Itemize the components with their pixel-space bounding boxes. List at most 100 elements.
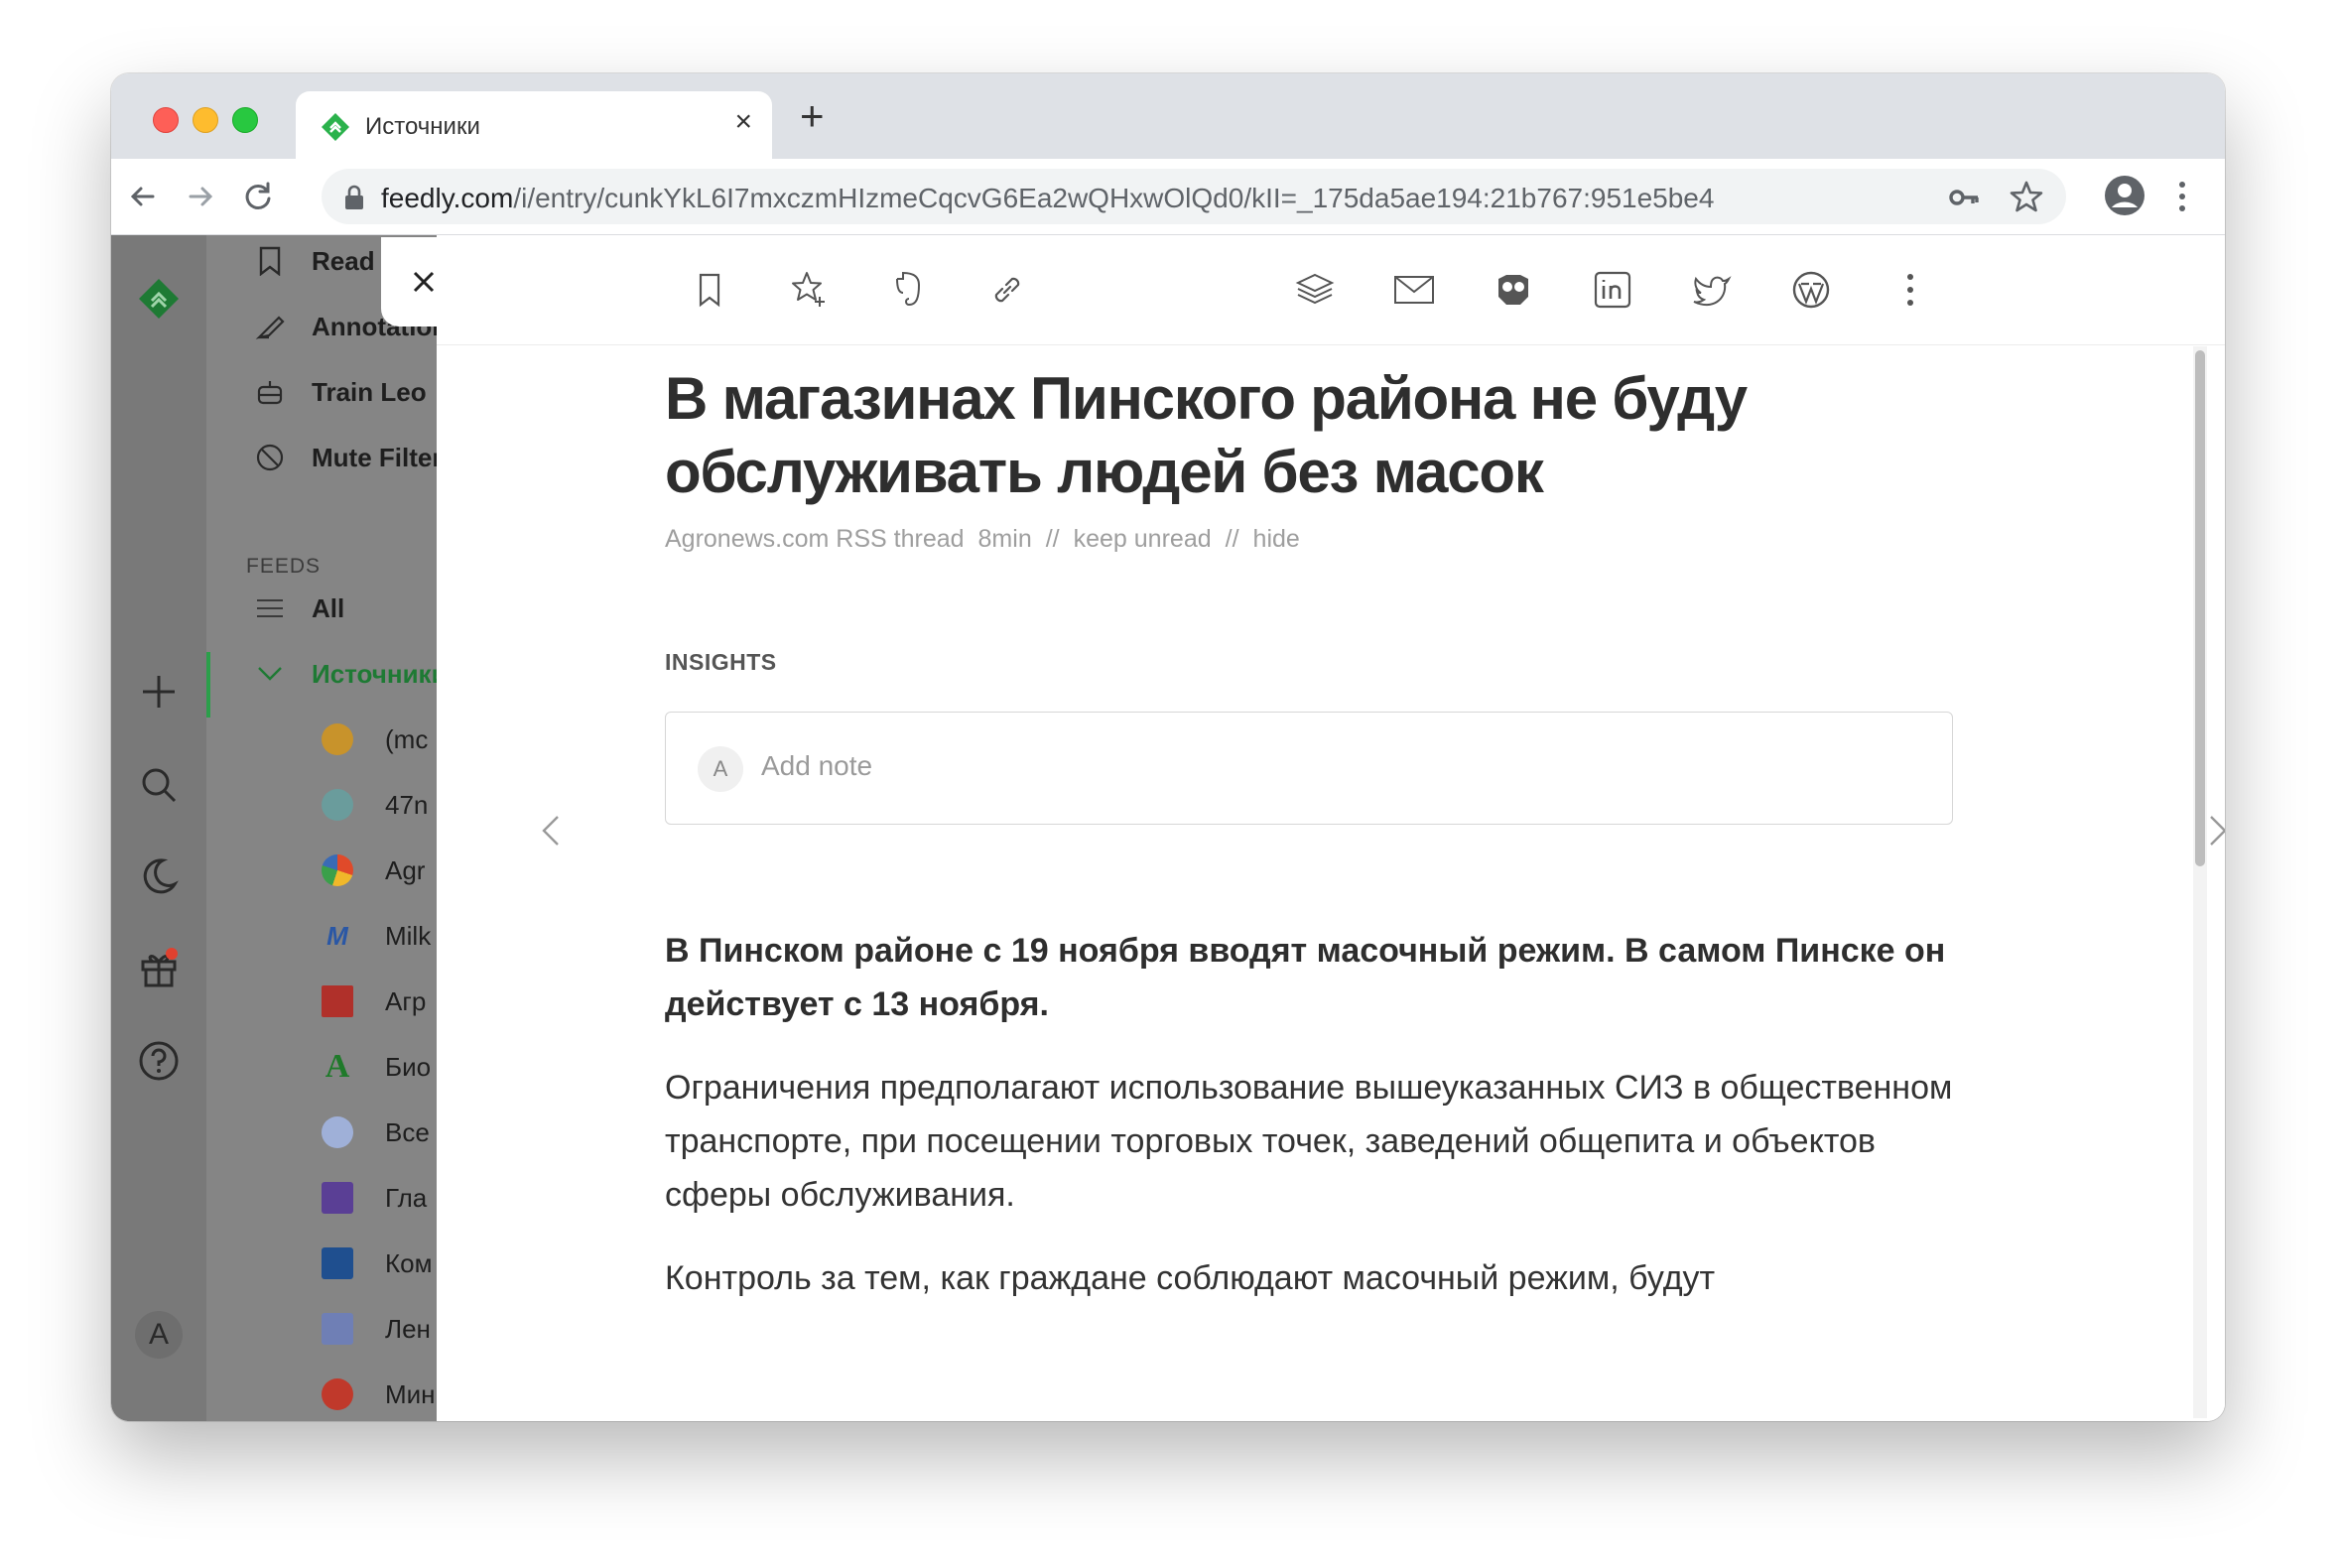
lock-icon[interactable] (343, 185, 365, 210)
browser-window: Источники × + feedly.com/i/entry/cunkYkL… (111, 73, 2225, 1421)
feed-label: Agr (385, 854, 426, 885)
url-text: feedly.com/i/entry/cunkYkL6I7mxczmHIzmeC… (381, 183, 1714, 214)
tab-strip: Источники × + (111, 73, 2225, 159)
article-panel: В магазинах Пинского района не буду обсл… (381, 235, 2225, 1421)
article-action-bar (437, 235, 2225, 345)
feedly-favicon-icon (322, 113, 349, 141)
evernote-icon[interactable] (885, 267, 931, 313)
feed-favicon-icon (322, 985, 353, 1017)
gift-icon[interactable] (137, 946, 181, 989)
key-icon[interactable] (1947, 181, 1981, 214)
feed-label: Агр (385, 985, 427, 1016)
meta-separator: // (1045, 525, 1060, 553)
feedly-logo-icon[interactable] (137, 277, 181, 321)
feed-label: (mc (385, 723, 429, 754)
add-note-placeholder: Add note (761, 750, 873, 781)
article-meta: Agronews.com RSS thread 8min // keep unread… (665, 525, 1955, 554)
sidebar-item-mute-filters[interactable]: Mute Filters (254, 438, 437, 477)
bookmark-icon (254, 245, 286, 277)
scrollbar-thumb[interactable] (2195, 350, 2205, 866)
browser-tab[interactable]: Источники × (296, 91, 772, 159)
bookmark-star-icon[interactable] (2009, 179, 2044, 214)
sidebar-feed-item[interactable]: Лен (322, 1309, 431, 1349)
feed-label: Мин (385, 1378, 436, 1409)
feed-label: Milk (385, 920, 432, 951)
sidebar-feed-item[interactable]: Агр (322, 981, 426, 1021)
highlighter-icon (254, 311, 286, 342)
source-link[interactable]: Agronews.com RSS thread (665, 525, 965, 553)
profile-avatar-icon[interactable] (2104, 175, 2145, 216)
chevron-down-icon[interactable] (254, 658, 286, 690)
feed-favicon-icon (322, 1116, 353, 1148)
more-actions-icon[interactable] (1887, 267, 1933, 313)
sidebar-item-all[interactable]: All (254, 588, 344, 628)
robot-icon (254, 376, 286, 408)
sidebar-feed-item[interactable]: M Milk (322, 916, 431, 956)
back-icon[interactable] (125, 179, 161, 214)
help-icon[interactable] (137, 1039, 181, 1083)
previous-article-icon[interactable] (536, 811, 566, 850)
note-avatar: A (698, 746, 743, 792)
search-icon[interactable] (137, 763, 181, 807)
next-article-icon[interactable] (2203, 811, 2225, 850)
close-window-button[interactable] (153, 107, 179, 133)
sidebar-feed-item[interactable]: 47n (322, 785, 428, 825)
sidebar-feed-item[interactable]: Agr (322, 850, 425, 890)
feed-label: Ком (385, 1247, 433, 1278)
copy-link-icon[interactable] (984, 267, 1030, 313)
sidebar-feed-item[interactable]: Гла (322, 1178, 427, 1218)
insights-heading: INSIGHTS (665, 649, 777, 675)
feed-label: Био (385, 1051, 432, 1082)
linkedin-icon[interactable] (1590, 267, 1635, 313)
article-body: В магазинах Пинского района не буду обсл… (665, 362, 1955, 1305)
browser-menu-icon[interactable] (2175, 179, 2189, 214)
sidebar-feed-item[interactable]: Ком (322, 1243, 432, 1283)
hide-link[interactable]: hide (1253, 525, 1300, 553)
feed-favicon-icon: M (326, 920, 348, 951)
maximize-window-button[interactable] (232, 107, 258, 133)
mute-icon (254, 442, 286, 473)
article-lead: В Пинском районе с 19 ноября вводят масо… (665, 932, 1946, 1023)
url-path: /i/entry/cunkYkL6I7mxczmHIzmeCqcvG6Ea2wQ… (513, 183, 1715, 213)
close-article-button[interactable] (381, 237, 466, 327)
article-title[interactable]: В магазинах Пинского района не буду обсл… (665, 362, 1955, 509)
tab-close-icon[interactable]: × (734, 107, 752, 137)
sidebar-item-train-leo[interactable]: Train Leo (254, 372, 427, 412)
minimize-window-button[interactable] (193, 107, 218, 133)
rss-icon (322, 1313, 353, 1345)
sidebar-feed-item[interactable]: Все (322, 1112, 430, 1152)
feeds-section-label: FEEDS (246, 555, 322, 578)
close-icon (413, 271, 435, 293)
left-rail: A (111, 235, 206, 1421)
sidebar-item-label: All (312, 592, 345, 623)
user-avatar[interactable]: A (135, 1311, 183, 1359)
article-paragraph: Контроль за тем, как граждане соблюдают … (665, 1259, 1716, 1297)
sidebar-feed-item[interactable]: A Био (322, 1047, 431, 1087)
night-mode-icon[interactable] (137, 854, 181, 898)
reload-icon[interactable] (240, 179, 276, 214)
add-content-icon[interactable] (137, 670, 181, 714)
save-for-later-icon[interactable] (687, 267, 732, 313)
read-time: 8min (977, 525, 1032, 553)
sidebar-folder-sources[interactable]: Источники (254, 654, 437, 694)
feed-favicon-icon (322, 854, 353, 886)
add-to-board-icon[interactable] (786, 267, 832, 313)
new-tab-button[interactable]: + (800, 95, 825, 137)
twitter-icon[interactable] (1689, 267, 1735, 313)
add-note-input[interactable]: A Add note (665, 712, 1953, 825)
feed-favicon-icon (322, 723, 353, 755)
hootsuite-icon[interactable] (1491, 267, 1536, 313)
buffer-icon[interactable] (1292, 267, 1338, 313)
feed-favicon-icon (322, 789, 353, 821)
keep-unread-link[interactable]: keep unread (1074, 525, 1212, 553)
sidebar-feed-item[interactable]: Мин (322, 1374, 436, 1414)
wordpress-icon[interactable] (1788, 267, 1834, 313)
feeds-sidebar: Read Later Annotations Train Leo Mute Fi… (206, 235, 437, 1421)
feed-label: Все (385, 1116, 430, 1147)
forward-icon[interactable] (183, 179, 218, 214)
address-bar[interactable]: feedly.com/i/entry/cunkYkL6I7mxczmHIzmeC… (322, 169, 2066, 224)
meta-separator: // (1225, 525, 1239, 553)
sidebar-feed-item[interactable]: (mc (322, 719, 428, 759)
email-icon[interactable] (1391, 267, 1437, 313)
sidebar-item-label: Mute Filters (312, 442, 437, 472)
